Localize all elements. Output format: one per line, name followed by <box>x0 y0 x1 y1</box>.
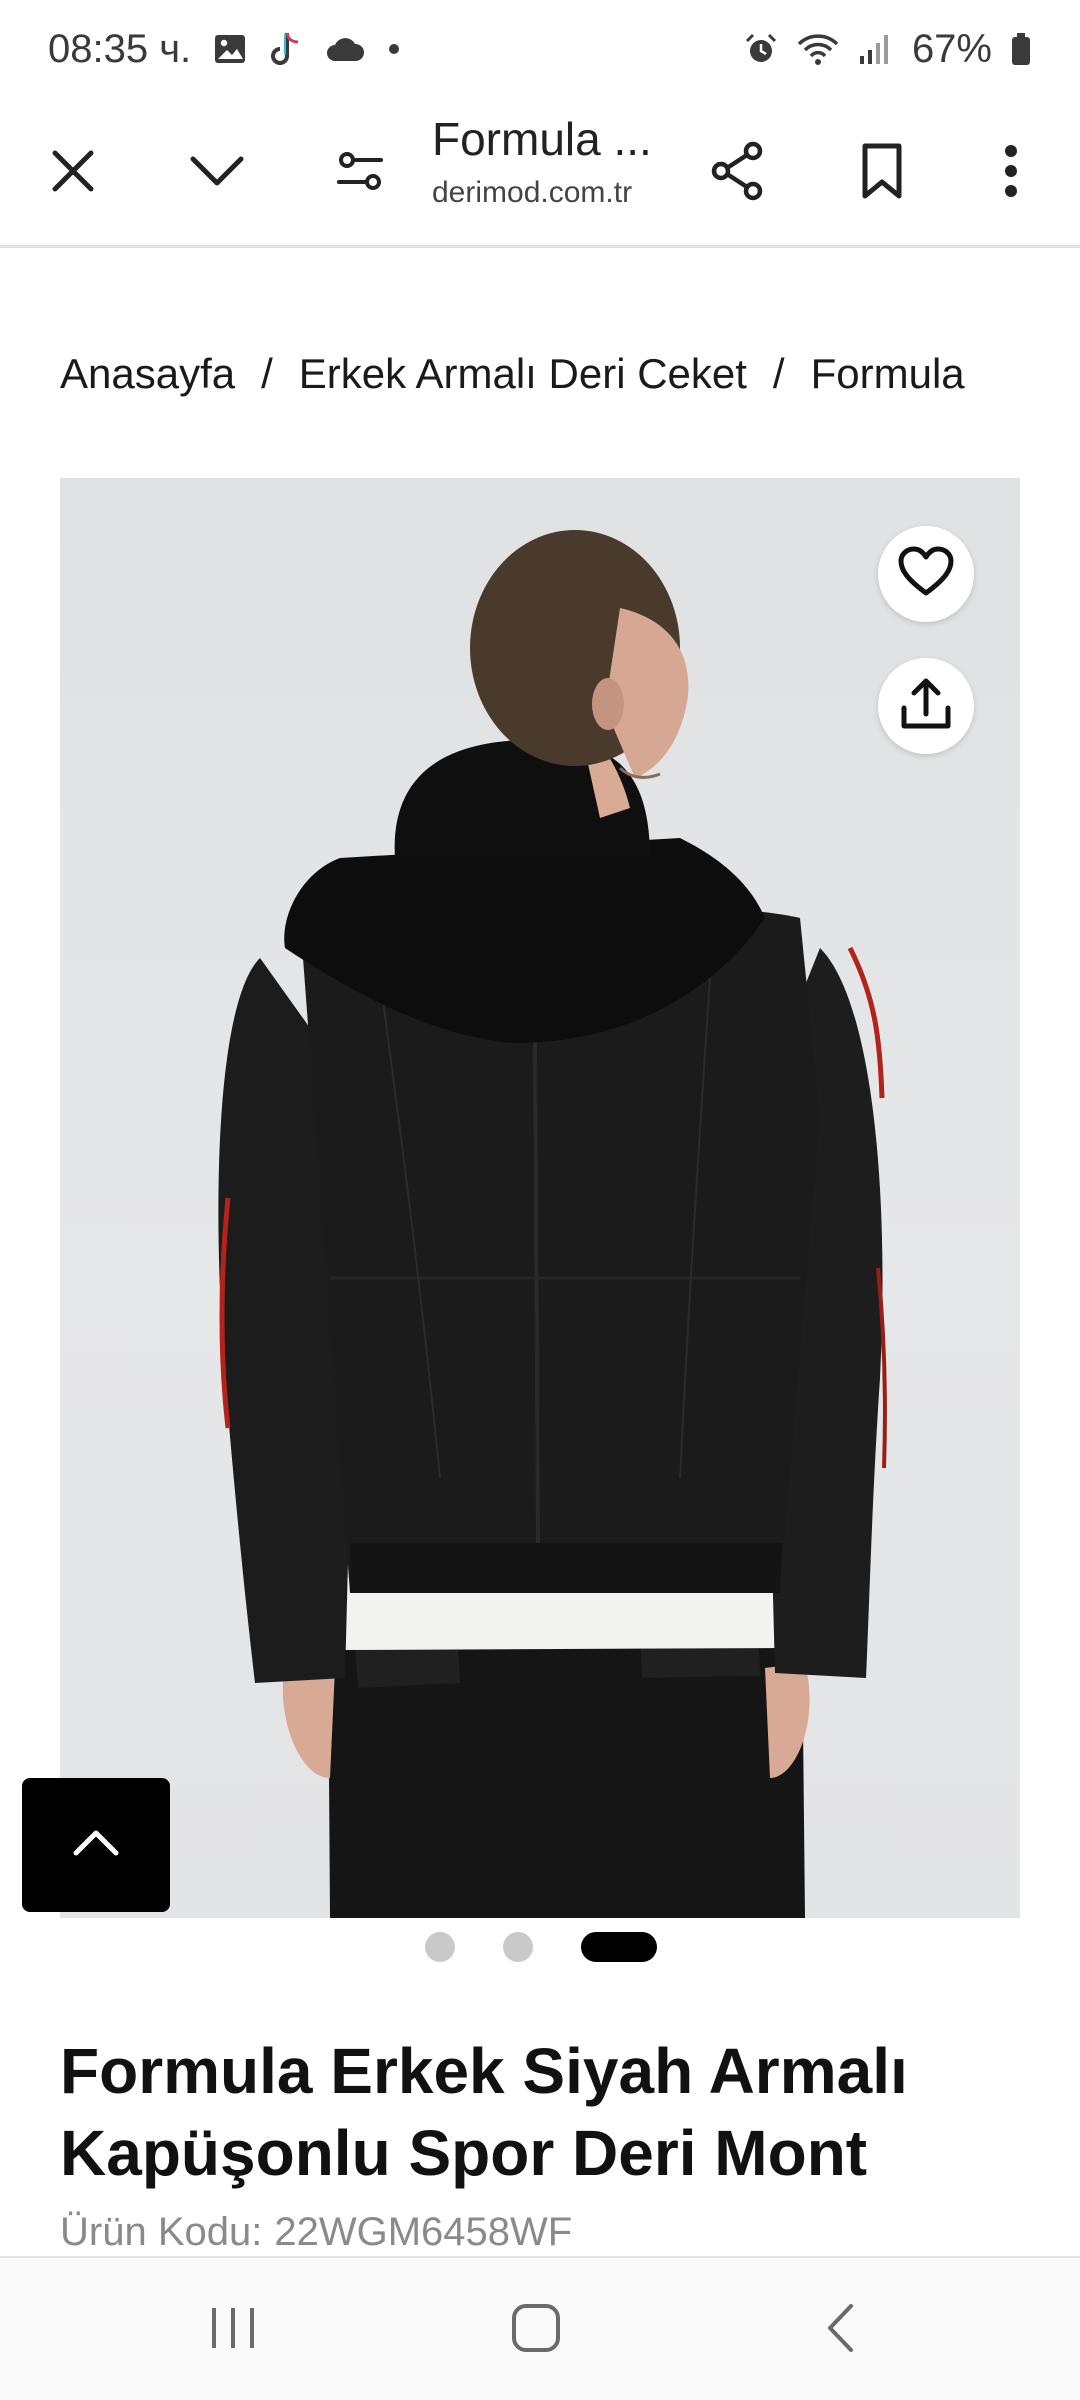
recent-apps-icon <box>208 2305 258 2356</box>
product-code-value: 22WGM6458WF <box>274 2210 573 2254</box>
page-title: Formula ... <box>432 113 652 165</box>
minimize-button[interactable] <box>162 98 272 248</box>
battery-percent: 67% <box>911 26 992 71</box>
carousel-dot[interactable] <box>425 1932 455 1962</box>
gallery-icon <box>213 32 247 66</box>
breadcrumb: Anasayfa / Erkek Armalı Deri Ceket / For… <box>60 344 1020 404</box>
home-icon <box>511 2303 561 2358</box>
chevron-down-icon <box>188 153 246 194</box>
system-nav-bar <box>0 2256 1080 2400</box>
share-icon <box>709 141 765 206</box>
cloud-icon <box>325 35 365 63</box>
carousel-dot-active[interactable] <box>581 1932 657 1962</box>
page-settings-button[interactable] <box>305 98 415 248</box>
breadcrumb-item-current: Formula <box>810 350 965 397</box>
more-vert-icon <box>1003 143 1019 204</box>
back-button[interactable] <box>770 2258 910 2400</box>
more-options-button[interactable] <box>956 98 1066 248</box>
close-icon <box>49 147 97 200</box>
upload-share-icon <box>898 676 954 737</box>
breadcrumb-separator: / <box>261 350 273 397</box>
breadcrumb-item-home[interactable]: Anasayfa <box>60 350 235 398</box>
breadcrumb-separator: / <box>772 350 785 397</box>
bookmark-icon <box>860 142 904 205</box>
favorite-button[interactable] <box>878 526 974 622</box>
back-to-top-button[interactable] <box>22 1778 170 1912</box>
product-code: Ürün Kodu: 22WGM6458WF <box>60 2210 572 2255</box>
product-image[interactable] <box>60 478 1020 1918</box>
status-bar: 08:35 ч. 67% <box>0 0 1080 98</box>
carousel-indicator <box>0 1930 1080 1962</box>
close-tab-button[interactable] <box>18 98 128 248</box>
page-domain: derimod.com.tr <box>432 176 633 209</box>
browser-toolbar: Formula ... derimod.com.tr <box>0 98 1080 248</box>
recent-apps-button[interactable] <box>163 2258 303 2400</box>
dot-icon <box>387 42 401 56</box>
back-icon <box>825 2303 855 2358</box>
alarm-icon <box>744 32 778 66</box>
page-settings-icon <box>335 150 385 197</box>
product-code-label: Ürün Kodu: <box>60 2210 263 2254</box>
status-time: 08:35 ч. <box>48 26 192 71</box>
battery-icon <box>1010 32 1032 66</box>
heart-icon <box>897 546 955 603</box>
carousel-dot[interactable] <box>503 1932 533 1962</box>
signal-icon <box>858 32 894 66</box>
product-photo-illustration <box>218 530 887 1918</box>
bookmark-button[interactable] <box>827 98 937 248</box>
product-title: Formula Erkek Siyah Armalı Kapüşonlu Spo… <box>60 2035 908 2189</box>
tiktok-icon <box>269 30 303 68</box>
share-product-button[interactable] <box>878 658 974 754</box>
wifi-icon <box>796 32 840 66</box>
home-button[interactable] <box>466 2258 606 2400</box>
breadcrumb-item-category[interactable]: Erkek Armalı Deri Ceket <box>299 350 747 398</box>
share-button[interactable] <box>682 98 792 248</box>
chevron-up-icon <box>71 1828 121 1863</box>
address-title[interactable]: Formula ... derimod.com.tr <box>432 112 672 210</box>
